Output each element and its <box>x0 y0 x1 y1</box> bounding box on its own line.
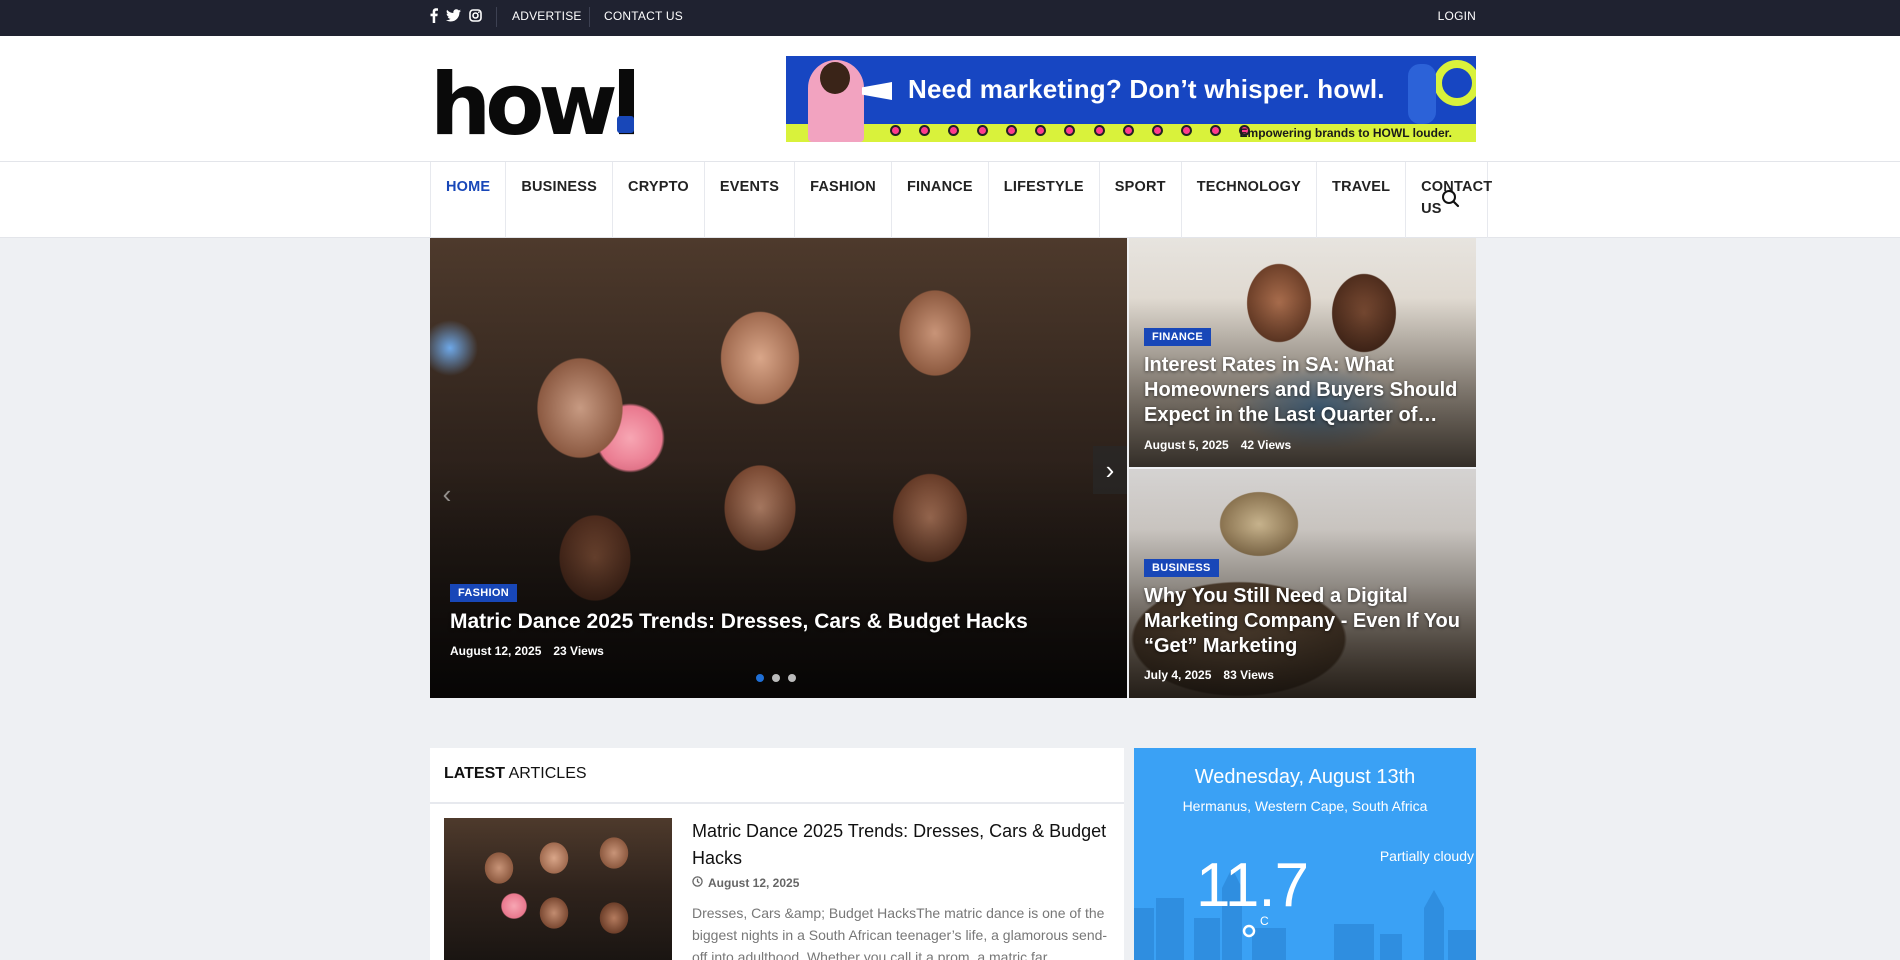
banner-dots <box>890 124 1250 136</box>
main-nav: HOME BUSINESS CRYPTO EVENTS FASHION FINA… <box>0 162 1900 238</box>
article-thumbnail[interactable] <box>444 818 672 960</box>
hero-category-badge[interactable]: FASHION <box>450 584 517 602</box>
clock-icon <box>692 876 703 890</box>
hero-views: 23 Views <box>553 644 604 658</box>
banner-figure-head <box>820 62 850 94</box>
degree-icon <box>1242 922 1256 943</box>
nav-events[interactable]: EVENTS <box>705 162 796 238</box>
nav-crypto[interactable]: CRYPTO <box>613 162 705 238</box>
article-excerpt: Dresses, Cars &amp; Budget HacksThe matr… <box>692 905 1108 960</box>
weather-day: Wednesday, August 13th <box>1194 766 1416 788</box>
slider-next-button[interactable]: › <box>1093 446 1127 494</box>
weather-condition: Partially cloudy <box>1379 848 1474 864</box>
nav-lifestyle[interactable]: LIFESTYLE <box>989 162 1100 238</box>
slider-dot[interactable] <box>756 674 764 682</box>
weather-widget: Wednesday, August 13th Hermanus, Western… <box>1134 748 1476 960</box>
card-meta: August 5, 2025 42 Views <box>1144 438 1291 452</box>
banner-figure-right <box>1408 64 1436 124</box>
hero-slider[interactable]: ‹ › FASHION Matric Dance 2025 Trends: Dr… <box>430 238 1127 698</box>
nav-finance[interactable]: FINANCE <box>892 162 989 238</box>
slider-dots <box>756 674 796 682</box>
banner-subline: Empowering brands to HOWL louder. <box>1239 126 1452 140</box>
hero-title[interactable]: Matric Dance 2025 Trends: Dresses, Cars … <box>450 608 1090 636</box>
banner-headline: Need marketing? Don’t whisper. howl. <box>908 74 1385 104</box>
slider-prev-button[interactable]: ‹ <box>430 470 464 518</box>
login-link[interactable]: LOGIN <box>1438 0 1476 36</box>
card-views: 42 Views <box>1240 438 1292 452</box>
section-heading: LATEST ARTICLES <box>430 748 1124 804</box>
heading-bold: LATEST <box>444 765 506 782</box>
top-bar: ADVERTISE CONTACT US LOGIN <box>0 0 1900 36</box>
search-icon[interactable] <box>1436 184 1466 214</box>
weather-location: Hermanus, Western Cape, South Africa <box>1182 798 1428 814</box>
site-header: howl Need marketing? Don’t whisper. howl… <box>0 36 1900 162</box>
slider-dot[interactable] <box>788 674 796 682</box>
featured-card-business[interactable]: BUSINESS Why You Still Need a Digital Ma… <box>1129 469 1476 698</box>
hero-meta: August 12, 2025 23 Views <box>450 644 604 658</box>
instagram-icon[interactable] <box>469 9 482 27</box>
nav-travel[interactable]: TRAVEL <box>1317 162 1407 238</box>
weather-unit: C <box>1260 914 1269 928</box>
site-logo[interactable]: howl <box>430 60 641 150</box>
card-category-badge[interactable]: BUSINESS <box>1144 559 1219 577</box>
article-title[interactable]: Matric Dance 2025 Trends: Dresses, Cars … <box>692 818 1112 872</box>
card-category-badge[interactable]: FINANCE <box>1144 328 1211 346</box>
article-date-row: August 12, 2025 <box>692 876 799 890</box>
megaphone-icon <box>862 82 892 100</box>
nav-fashion[interactable]: FASHION <box>795 162 892 238</box>
hero-shade <box>430 458 1127 698</box>
contact-us-link[interactable]: CONTACT US <box>604 0 683 36</box>
slider-dot[interactable] <box>772 674 780 682</box>
advertise-link[interactable]: ADVERTISE <box>512 0 582 36</box>
card-date: August 5, 2025 <box>1144 438 1229 452</box>
card-views: 83 Views <box>1223 668 1274 682</box>
hero-date: August 12, 2025 <box>450 644 542 658</box>
featured-card-finance[interactable]: FINANCE Interest Rates in SA: What Homeo… <box>1129 238 1476 467</box>
card-meta: July 4, 2025 83 Views <box>1144 668 1274 682</box>
logo-dot <box>617 116 634 133</box>
weather-temperature: 11.7 <box>1196 851 1309 920</box>
social-links <box>430 0 482 36</box>
banner-ring <box>1434 60 1476 106</box>
topbar-divider <box>496 7 497 27</box>
topbar-divider <box>589 7 590 27</box>
advert-banner[interactable]: Need marketing? Don’t whisper. howl. Emp… <box>786 56 1476 142</box>
nav-business[interactable]: BUSINESS <box>506 162 614 238</box>
nav-home[interactable]: HOME <box>431 162 507 238</box>
heading-rest: ARTICLES <box>505 765 587 782</box>
nav-technology[interactable]: TECHNOLOGY <box>1182 162 1318 238</box>
card-date: July 4, 2025 <box>1144 668 1212 682</box>
latest-articles: LATEST ARTICLES Matric Dance 2025 Trends… <box>430 748 1124 960</box>
facebook-icon[interactable] <box>430 8 438 28</box>
twitter-icon[interactable] <box>446 9 461 27</box>
nav-sport[interactable]: SPORT <box>1100 162 1182 238</box>
card-title[interactable]: Why You Still Need a Digital Marketing C… <box>1144 584 1469 659</box>
card-title[interactable]: Interest Rates in SA: What Homeowners an… <box>1144 353 1469 428</box>
article-date: August 12, 2025 <box>708 876 800 890</box>
